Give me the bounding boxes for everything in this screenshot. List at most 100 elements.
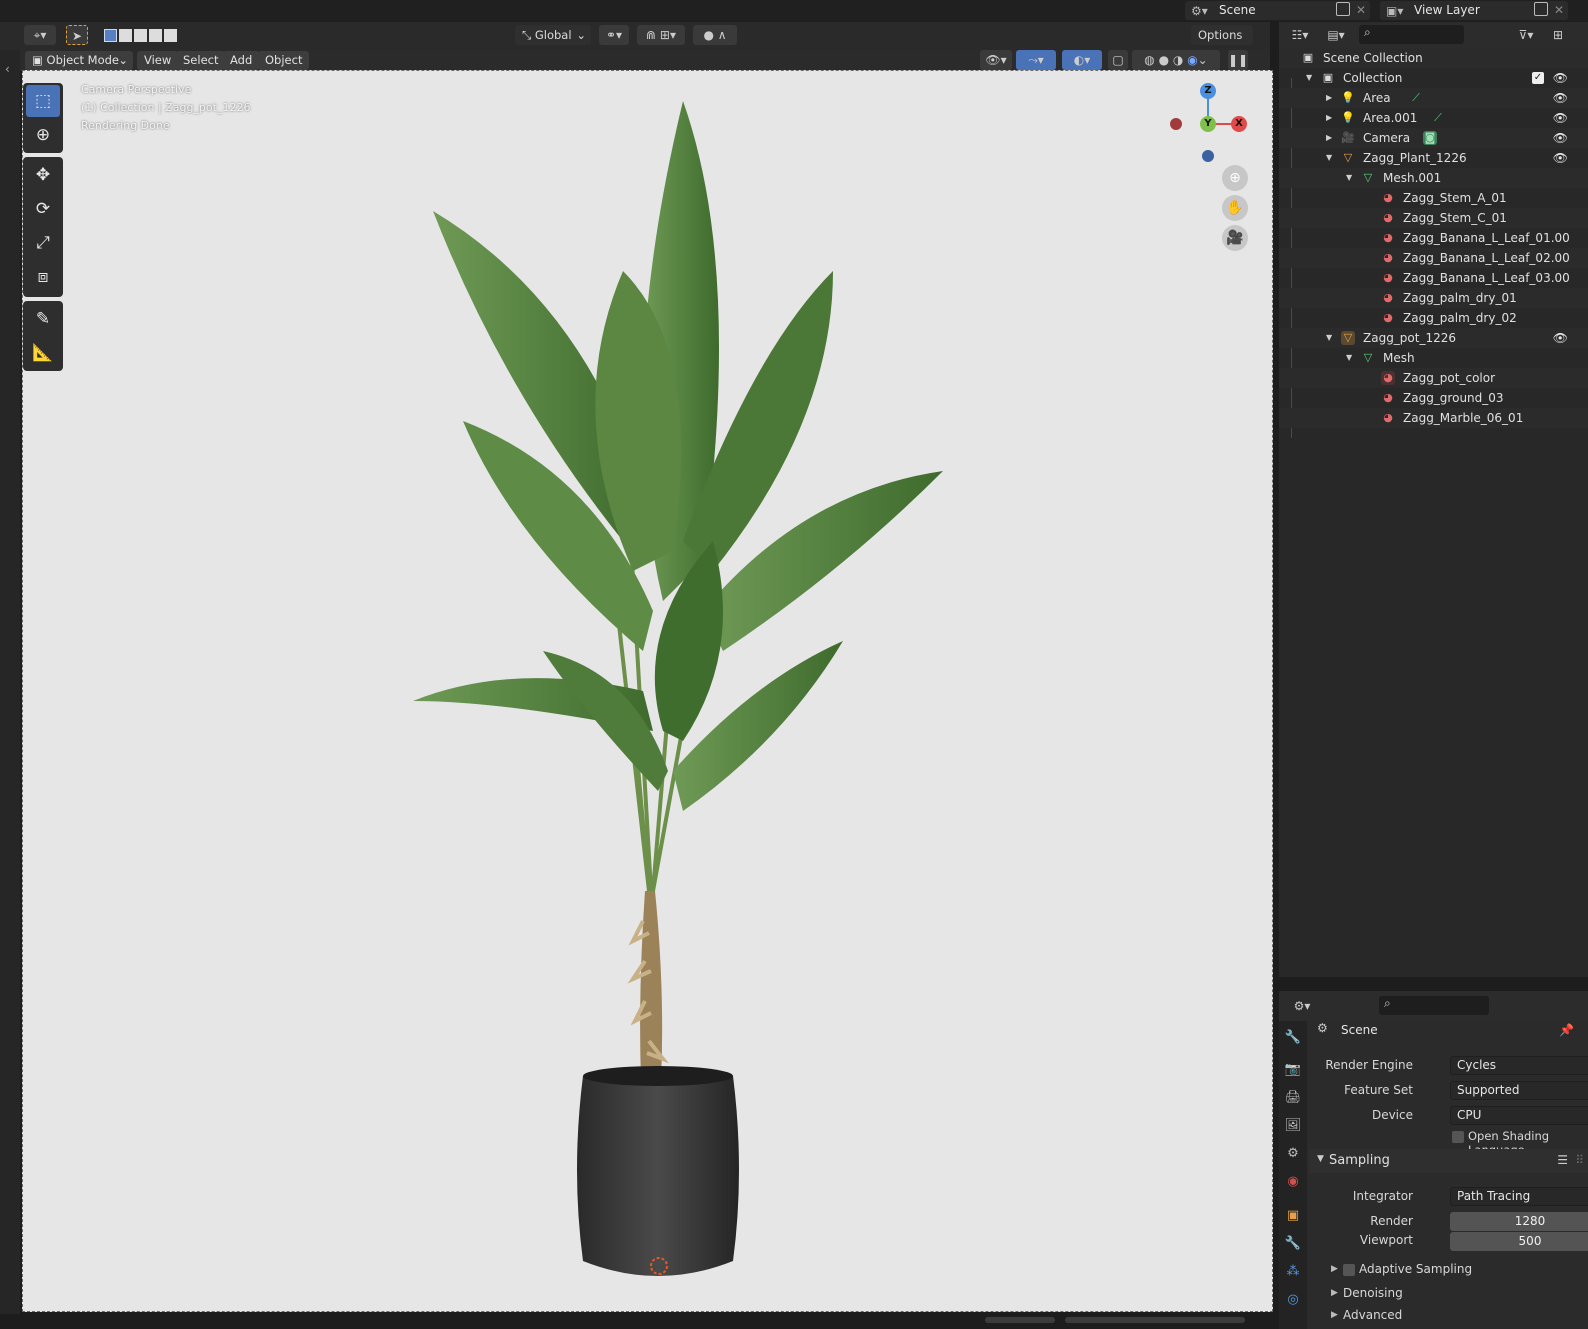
outliner-row-mesh-001[interactable]: ▼ ▽ Mesh.001 <box>1279 168 1588 188</box>
expand-triangle-icon[interactable]: ▶ <box>1326 128 1332 148</box>
modifier-tab-icon[interactable]: 🔧 <box>1284 1235 1302 1253</box>
select-subtract-icon[interactable] <box>134 29 147 42</box>
proportional-edit-icon[interactable]: ● ∧ <box>693 25 737 45</box>
display-mode-icon[interactable]: ▤▾ <box>1321 25 1351 45</box>
eye-icon[interactable]: 👁 <box>1553 108 1568 128</box>
render-samples-field[interactable]: 1280 <box>1450 1212 1588 1231</box>
material-shading-icon[interactable]: ◑ <box>1173 53 1183 67</box>
device-dropdown[interactable]: CPU⌄ <box>1450 1106 1588 1125</box>
mode-dropdown[interactable]: ▣ Object Mode ⌄ <box>25 51 133 70</box>
zoom-icon[interactable]: ⊕ <box>1222 165 1248 191</box>
expand-triangle-icon[interactable]: ▼ <box>1326 328 1332 348</box>
outliner-row-area-001[interactable]: ▶ 💡 Area.001 ⟋ 👁 <box>1279 108 1588 128</box>
sampling-panel-header[interactable]: ▼ Sampling ☰ ⠿ <box>1309 1149 1588 1173</box>
world-tab-icon[interactable]: ◉ <box>1284 1173 1302 1191</box>
presets-list-icon[interactable]: ☰ <box>1557 1153 1568 1167</box>
integrator-dropdown[interactable]: Path Tracing⌄ <box>1450 1187 1588 1206</box>
camera-view-icon[interactable]: 🎥 <box>1222 225 1248 251</box>
outliner-row-material[interactable]: ◕ Zagg_Marble_06_01 <box>1279 408 1588 428</box>
osl-checkbox[interactable] <box>1452 1131 1464 1143</box>
output-tab-icon[interactable]: 🖨 <box>1284 1089 1302 1107</box>
gizmo-x-axis[interactable]: X <box>1231 116 1247 132</box>
area-divider[interactable] <box>1279 977 1588 991</box>
adaptive-sampling-label[interactable]: Adaptive Sampling <box>1359 1262 1472 1276</box>
eye-icon[interactable]: 👁 <box>1553 128 1568 148</box>
transform-orientation-dropdown[interactable]: ⤡ Global ⌄ <box>515 25 591 45</box>
pivot-icon[interactable]: ⚭▾ <box>599 25 629 45</box>
collapse-arrow-icon[interactable]: ‹ <box>5 62 10 76</box>
select-intersect-icon[interactable] <box>164 29 177 42</box>
tool-tab-icon[interactable]: 🔧 <box>1284 1029 1302 1047</box>
select-invert-icon[interactable] <box>149 29 162 42</box>
eye-icon[interactable]: 👁 <box>1553 328 1568 348</box>
expand-triangle-icon[interactable]: ▶ <box>1331 1264 1338 1274</box>
gizmo-z-axis[interactable]: Z <box>1200 83 1216 99</box>
scene-tab-icon[interactable]: ⚙ <box>1284 1145 1302 1163</box>
feature-set-dropdown[interactable]: Supported⌄ <box>1450 1081 1588 1100</box>
scrollbar[interactable] <box>1065 1317 1245 1323</box>
select-cursor-icon[interactable]: ➤ <box>66 25 88 45</box>
properties-search-input[interactable]: ⌕ <box>1379 996 1489 1015</box>
advanced-label[interactable]: Advanced <box>1343 1308 1402 1322</box>
gizmo-toggle-icon[interactable]: ⤳▾ <box>1016 50 1056 70</box>
rendered-shading-icon[interactable]: ◉ <box>1187 53 1197 67</box>
outliner-row-scene-collection[interactable]: ▣ Scene Collection <box>1279 48 1588 68</box>
add-menu[interactable]: Add <box>223 51 260 70</box>
snap-icon[interactable]: ⋒ ⊞▾ <box>637 25 685 45</box>
outliner-row-material[interactable]: ◕ Zagg_Banana_L_Leaf_02.00 <box>1279 248 1588 268</box>
eye-icon[interactable]: 👁 <box>1553 88 1568 108</box>
xray-icon[interactable]: ▢ <box>1108 50 1128 70</box>
outliner-row-material[interactable]: ◕ Zagg_pot_color <box>1279 368 1588 388</box>
viewlayer-selector[interactable]: ▣▾ View Layer ✕ <box>1380 1 1568 20</box>
outliner-row-zagg-pot[interactable]: ▼ ▽ Zagg_pot_1226 👁 <box>1279 328 1588 348</box>
outliner-search-input[interactable]: ⌕ <box>1359 25 1464 44</box>
move-tool-icon[interactable]: ✥ <box>26 159 60 191</box>
wireframe-shading-icon[interactable]: ◍ <box>1144 53 1154 67</box>
outliner-row-material[interactable]: ◕ Zagg_palm_dry_02 <box>1279 308 1588 328</box>
measure-tool-icon[interactable]: 📐 <box>26 337 60 369</box>
denoising-label[interactable]: Denoising <box>1343 1286 1403 1300</box>
select-new-icon[interactable] <box>104 29 117 42</box>
copy-viewlayer-icon[interactable] <box>1534 2 1548 16</box>
transform-tool-icon[interactable]: ⧈ <box>26 261 60 293</box>
outliner-row-material[interactable]: ◕ Zagg_Stem_A_01 <box>1279 188 1588 208</box>
outliner-row-zagg-plant[interactable]: ▼ ▽ Zagg_Plant_1226 👁 <box>1279 148 1588 168</box>
expand-triangle-icon[interactable]: ▼ <box>1306 68 1312 88</box>
eye-icon[interactable]: 👁 <box>1553 68 1568 88</box>
scene-selector[interactable]: ⚙▾ Scene ✕ <box>1185 1 1370 20</box>
select-box-tool-icon[interactable]: ⬚ <box>26 85 60 117</box>
pan-hand-icon[interactable]: ✋ <box>1222 195 1248 221</box>
close-icon[interactable]: ✕ <box>1554 1 1564 20</box>
outliner-row-area[interactable]: ▶ 💡 Area ⟋ 👁 <box>1279 88 1588 108</box>
outliner-row-mesh[interactable]: ▼ ▽ Mesh <box>1279 348 1588 368</box>
outliner-row-material[interactable]: ◕ Zagg_Banana_L_Leaf_01.00 <box>1279 228 1588 248</box>
properties-editor-icon[interactable]: ⚙▾ <box>1287 996 1317 1016</box>
new-collection-icon[interactable]: ⊞ <box>1549 25 1567 45</box>
options-dropdown[interactable]: Options ⌄ <box>1191 25 1253 62</box>
3d-viewport[interactable]: Camera Perspective (1) Collection | Zagg… <box>22 70 1273 1312</box>
pin-icon[interactable]: 📌 <box>1559 1023 1574 1037</box>
expand-triangle-icon[interactable]: ▼ <box>1346 168 1352 188</box>
cursor-tool-icon[interactable]: ⊕ <box>26 119 60 151</box>
object-tab-icon[interactable]: ▣ <box>1284 1207 1302 1225</box>
exclude-checkbox[interactable]: ✓ <box>1532 72 1544 84</box>
outliner-row-material[interactable]: ◕ Zagg_Banana_L_Leaf_03.00 <box>1279 268 1588 288</box>
physics-tab-icon[interactable]: ◎ <box>1284 1291 1302 1309</box>
filter-icon[interactable]: ⊽▾ <box>1511 25 1541 45</box>
eye-icon[interactable]: 👁 <box>1553 148 1568 168</box>
copy-scene-icon[interactable] <box>1336 2 1350 16</box>
expand-triangle-icon[interactable]: ▶ <box>1326 88 1332 108</box>
scrollbar[interactable] <box>985 1317 1055 1323</box>
object-menu[interactable]: Object <box>258 51 310 70</box>
annotate-tool-icon[interactable]: ✎ <box>26 303 60 335</box>
outliner-row-material[interactable]: ◕ Zagg_ground_03 <box>1279 388 1588 408</box>
scale-tool-icon[interactable]: ⤢ <box>26 227 60 259</box>
close-icon[interactable]: ✕ <box>1356 1 1366 20</box>
outliner-row-material[interactable]: ◕ Zagg_palm_dry_01 <box>1279 288 1588 308</box>
outliner-editor-icon[interactable]: ☷▾ <box>1285 25 1315 45</box>
adaptive-sampling-checkbox[interactable] <box>1343 1264 1355 1276</box>
select-menu[interactable]: Select <box>176 51 226 70</box>
render-tab-icon[interactable]: 📷 <box>1284 1061 1302 1079</box>
editor-type-icon[interactable]: ⌖▾ <box>24 25 56 45</box>
overlay-toggle-icon[interactable]: ◐▾ <box>1062 50 1102 70</box>
